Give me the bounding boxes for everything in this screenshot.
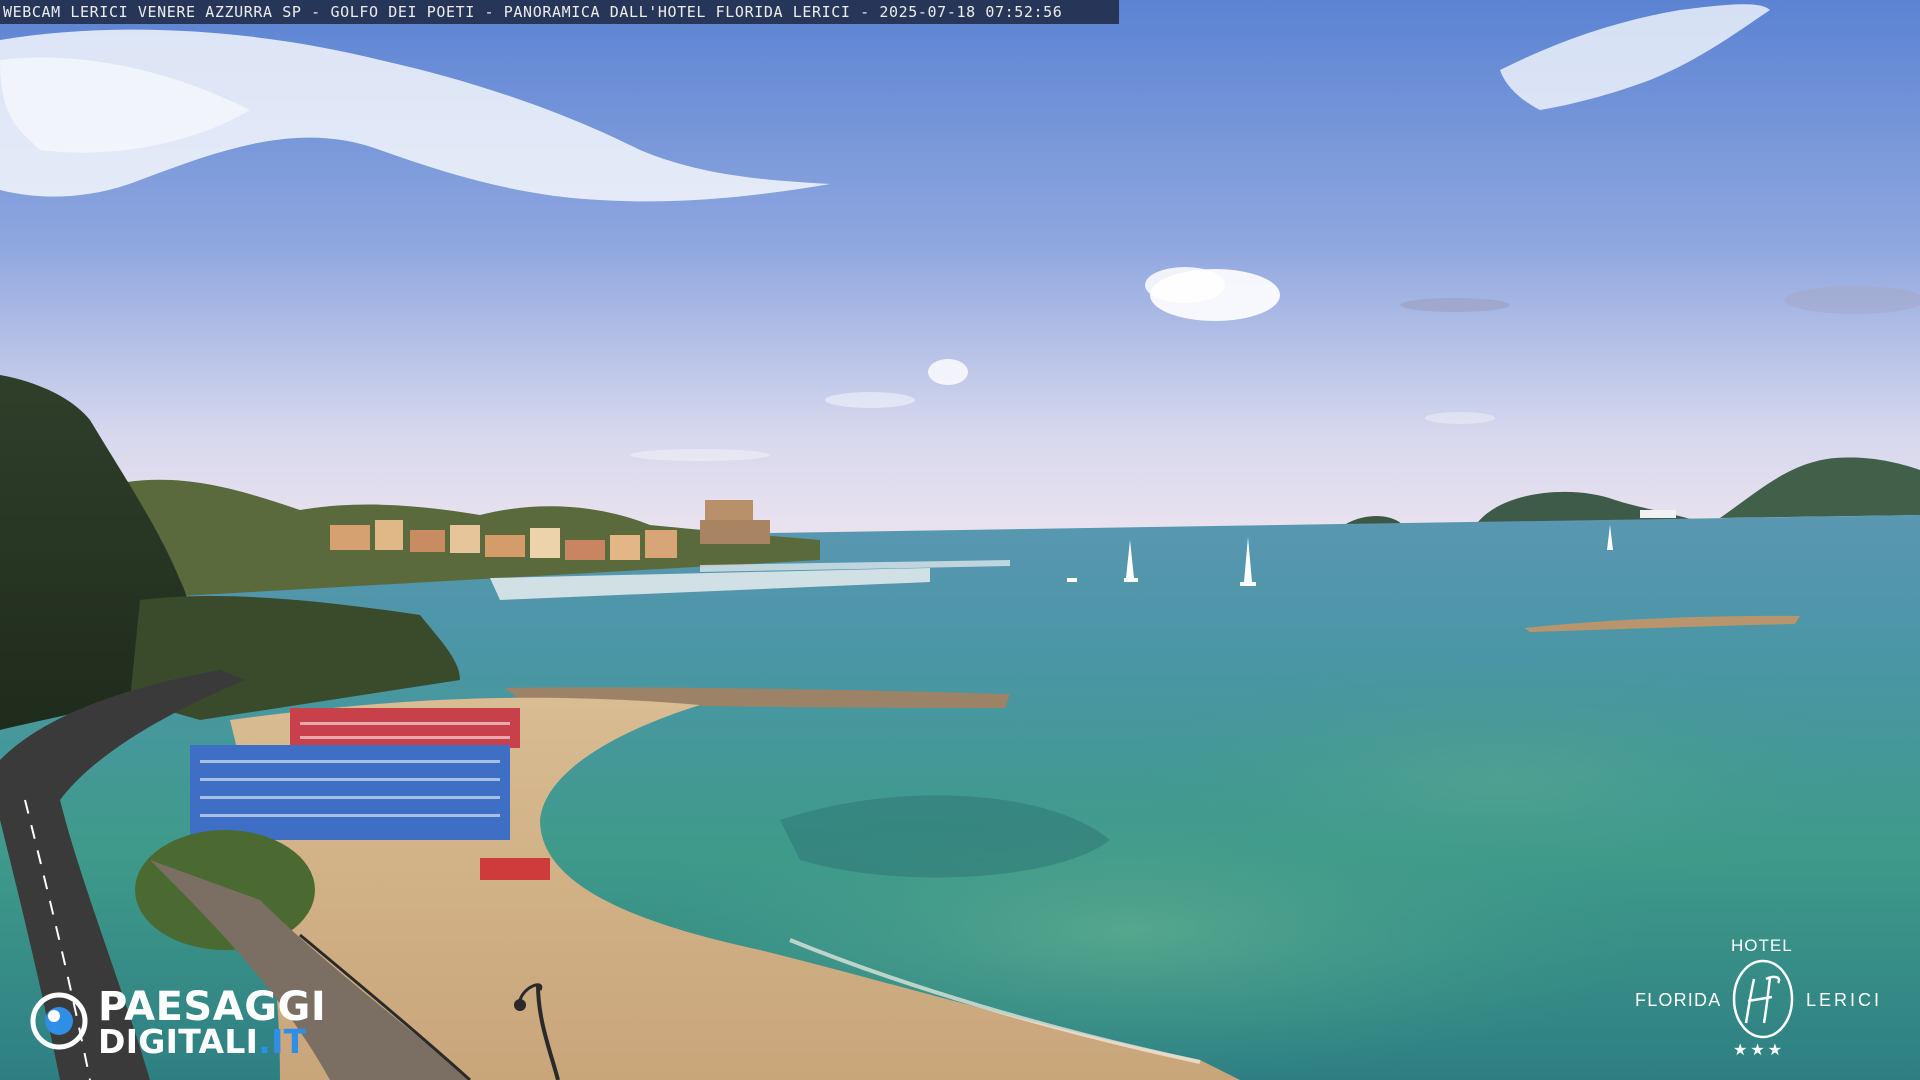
hotel-logo-right: LERICI [1806,990,1883,1010]
cloud-wisp-3 [1785,286,1920,314]
hotel-florida-logo: HOTEL FLORIDA LERICI ★★★ [1630,934,1900,1064]
logo-line2-suffix: .IT [258,1022,307,1061]
cloud-wisp-4 [630,449,770,461]
webcam-caption: WEBCAM LERICI VENERE AZZURRA SP - GOLFO … [0,0,1119,24]
cloud-mid-2 [1145,267,1225,303]
hf-monogram-icon [1732,959,1794,1039]
cloud-wisp-5 [1425,412,1495,424]
eye-icon [30,992,88,1050]
cloud-wisp-2 [1400,298,1510,312]
logo-line2-main: DIGITALI [98,1022,259,1061]
ferry [1640,510,1676,518]
hotel-logo-top: HOTEL [1731,936,1793,955]
hotel-stars: ★★★ [1733,1042,1786,1059]
cloud-wisp-1 [825,392,915,408]
logo-line2: DIGITALI.IT [98,1024,306,1060]
cloud-small [928,359,968,385]
hotel-logo-left: FLORIDA [1635,990,1722,1010]
shallow-water-2 [1120,660,1880,900]
webcam-scene [0,0,1920,1080]
paesaggi-digitali-logo: PAESAGGI DIGITALI.IT [30,986,350,1060]
